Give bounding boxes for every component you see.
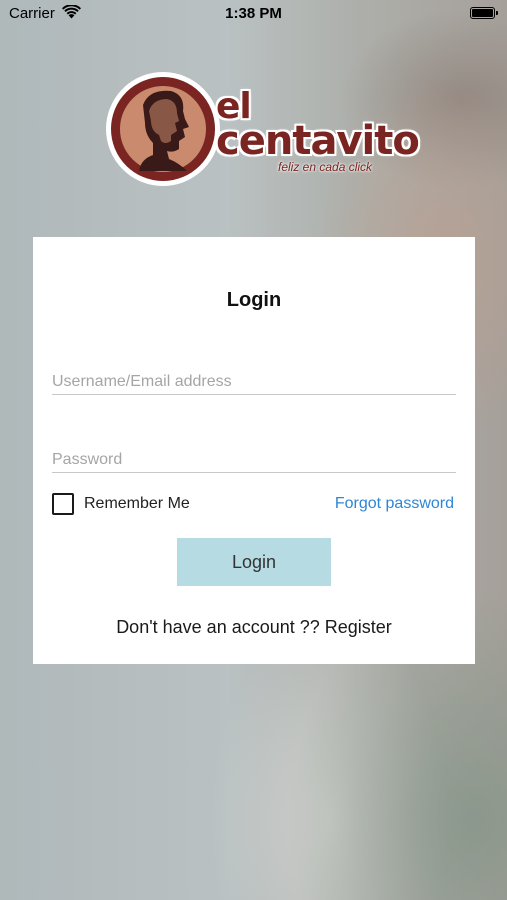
login-button[interactable]: Login	[177, 538, 331, 586]
battery-icon	[470, 7, 498, 19]
logo-tagline: feliz en cada click	[278, 160, 373, 174]
logo-word-centavito: centavito	[216, 118, 420, 164]
login-title: Login	[226, 289, 282, 311]
portrait-coin-icon	[111, 77, 215, 181]
battery-level	[472, 9, 493, 17]
remember-me-toggle[interactable]: Remember Me	[52, 492, 190, 516]
register-link[interactable]: Don't have an account ?? Register	[33, 617, 475, 638]
app-logo: el centavito feliz en cada click	[106, 72, 420, 190]
coin-emblem	[106, 72, 220, 186]
status-bar: Carrier 1:38 PM	[0, 0, 507, 28]
login-card: Login Remember Me Forgot password Login …	[33, 237, 475, 664]
password-input[interactable]	[52, 447, 456, 473]
forgot-password-link[interactable]: Forgot password	[335, 495, 454, 513]
remember-me-label: Remember Me	[84, 495, 190, 512]
remember-me-checkbox[interactable]	[52, 493, 74, 515]
username-input[interactable]	[52, 369, 456, 395]
clock: 1:38 PM	[225, 5, 282, 22]
